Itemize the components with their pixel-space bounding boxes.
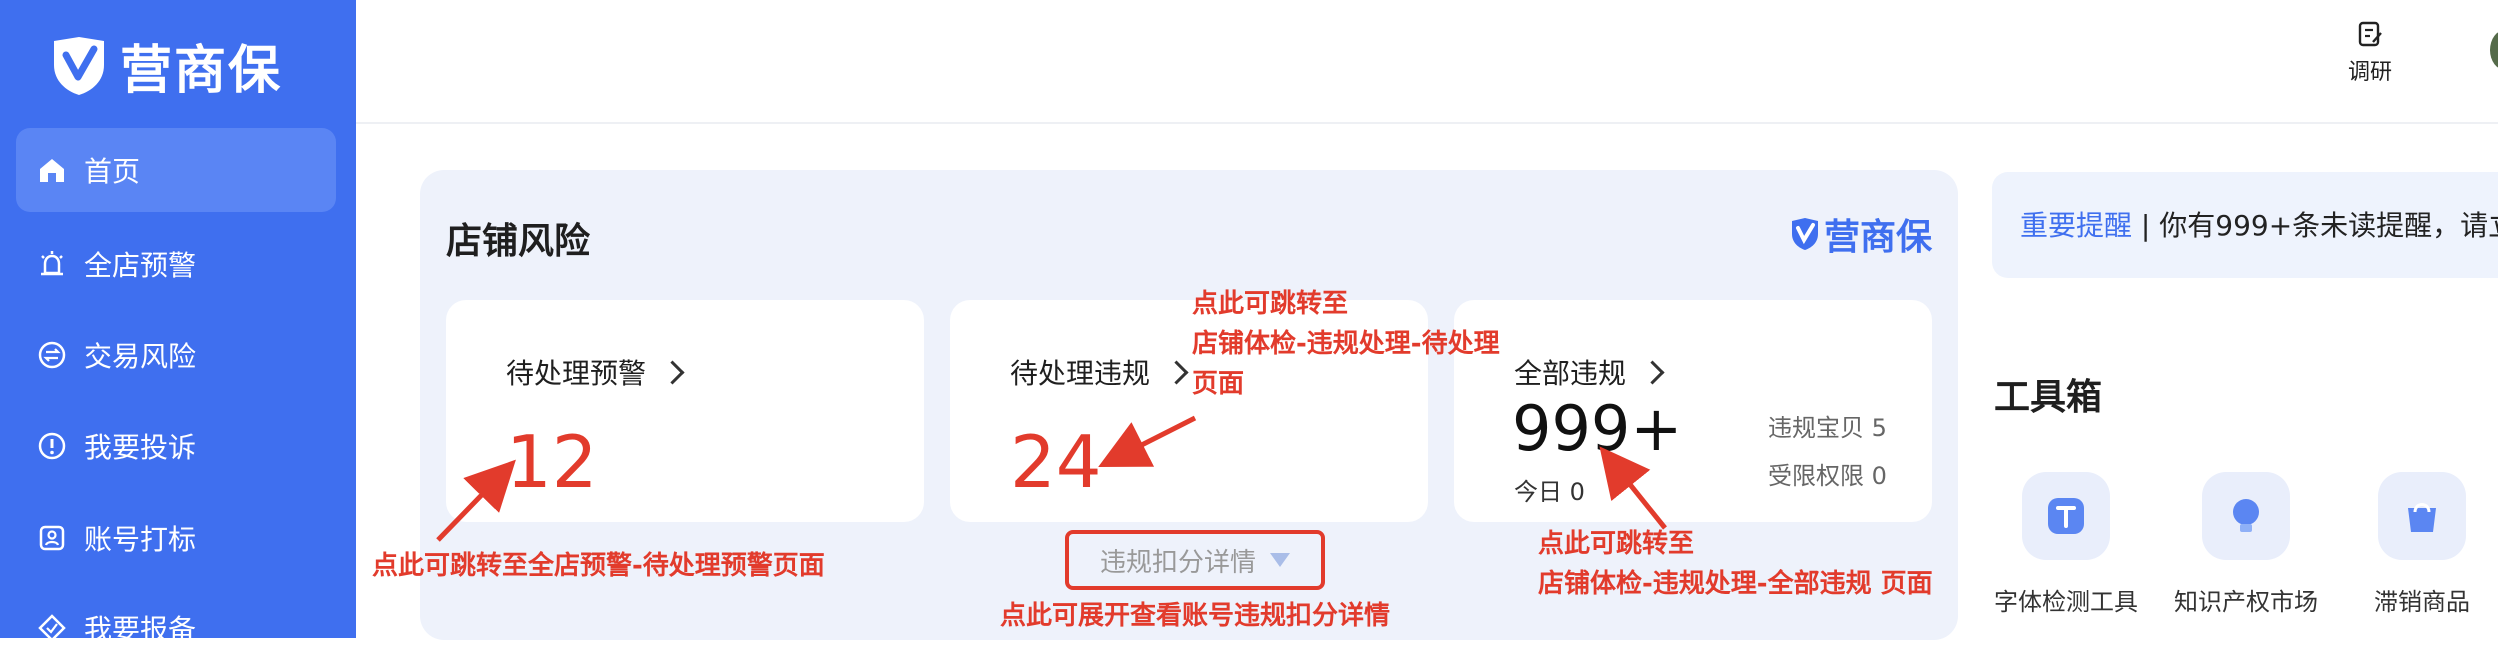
alarm-bell-icon: [36, 248, 68, 280]
chevron-right-icon: [660, 359, 685, 385]
all-violations-label: 全部违规: [1514, 357, 1627, 390]
sidebar-item-label: 全店预警: [84, 249, 197, 282]
sidebar-item-label: 我要投诉: [84, 431, 197, 464]
brand-logo[interactable]: 营商保: [50, 28, 282, 103]
annotation-all-line2: 店铺体检-违规处理-全部违规 页面: [1538, 569, 1933, 599]
annotation-pending-line1: 点此可跳转至: [1192, 289, 1349, 319]
lightbulb-icon: [2202, 472, 2290, 560]
pending-violations-label: 待处理违规: [1010, 357, 1151, 390]
pending-violations-count[interactable]: 24: [1010, 420, 1102, 504]
all-violations-count[interactable]: 999+: [1512, 392, 1682, 465]
chevron-right-icon: [1640, 359, 1665, 385]
annotation-detail: 点此可展开查看账号违规扣分详情: [1000, 601, 1391, 631]
tool-label: 字体检测工具: [1994, 588, 2138, 616]
restricted-permissions-stat[interactable]: 受限权限 0: [1768, 456, 1887, 491]
today-count: 今日 0: [1514, 478, 1585, 506]
brand-name: 营商保: [120, 41, 283, 101]
notice-separator: |: [2132, 209, 2160, 242]
shield-check-logo-icon: [1792, 218, 1818, 250]
font-check-icon: [2022, 472, 2110, 560]
panel-logo-text: 营商保: [1824, 217, 1933, 258]
annotation-pending-line2: 店铺体检-违规处理-待处理: [1192, 329, 1500, 359]
tool-font-check[interactable]: 字体检测工具: [1976, 472, 2156, 617]
edit-note-icon: [2358, 21, 2382, 47]
top-bar: [356, 0, 2498, 124]
shopping-bag-icon: [2378, 472, 2466, 560]
annotation-pending-line3: 页面: [1192, 369, 1245, 399]
sidebar-item-label: 首页: [84, 155, 141, 188]
annotation-alerts: 点此可跳转至全店预警-待处理预警页面: [372, 551, 825, 581]
sidebar-item-label: 交易风险: [84, 340, 197, 373]
sidebar: 营商保 首页 全店预警 交易风险 我要投诉 账号打标 我要报备: [0, 0, 356, 646]
panel-logo: 营商保: [1790, 208, 1932, 260]
sidebar-item-home[interactable]: 首页: [16, 128, 336, 212]
survey-button[interactable]: 调研: [2340, 20, 2400, 86]
sidebar-item-account-tag[interactable]: 账号打标: [16, 496, 336, 580]
pending-alerts-label: 待处理预警: [506, 357, 647, 390]
survey-label: 调研: [2347, 60, 2392, 85]
sidebar-item-store-alert[interactable]: 全店预警: [16, 222, 336, 306]
sidebar-item-report[interactable]: 我要报备: [16, 586, 336, 670]
pending-alerts-link[interactable]: 待处理预警: [506, 352, 685, 392]
annotation-all-line1: 点此可跳转至: [1538, 529, 1695, 559]
tag-icon: [36, 522, 68, 554]
report-icon: [36, 612, 68, 644]
pending-violations-link[interactable]: 待处理违规: [1010, 352, 1189, 392]
toolbox-title: 工具箱: [1994, 377, 2103, 418]
tool-slow-selling[interactable]: 滞销商品: [2332, 472, 2498, 617]
shield-check-logo-icon: [54, 36, 104, 95]
home-icon: [36, 154, 68, 186]
chevron-right-icon: [1164, 359, 1189, 385]
violation-points-detail-toggle[interactable]: 违规扣分详情: [1065, 530, 1325, 590]
tool-label: 滞销商品: [2374, 588, 2470, 616]
alert-circle-icon: [36, 430, 68, 462]
sidebar-item-complaint[interactable]: 我要投诉: [16, 404, 336, 488]
caret-down-icon: [1270, 553, 1290, 567]
detail-toggle-label: 违规扣分详情: [1099, 547, 1256, 578]
all-violations-link[interactable]: 全部违规: [1514, 352, 1665, 392]
tool-label: 知识产权市场: [2174, 588, 2318, 616]
notice-text[interactable]: 重要提醒 | 你有999+条未读提醒，请立: [2020, 204, 2498, 244]
notice-message: 你有999+条未读提醒，请立: [2159, 209, 2498, 242]
exchange-icon: [36, 339, 68, 371]
pending-alerts-count[interactable]: 12: [506, 420, 598, 504]
notice-highlight: 重要提醒: [2020, 209, 2133, 242]
tool-ip-market[interactable]: 知识产权市场: [2156, 472, 2336, 617]
sidebar-item-trade-risk[interactable]: 交易风险: [16, 313, 336, 397]
sidebar-item-label: 我要报备: [84, 613, 197, 646]
violation-items-stat[interactable]: 违规宝贝 5: [1768, 408, 1887, 443]
sidebar-item-label: 账号打标: [84, 523, 197, 556]
panel-title: 店铺风险: [446, 221, 591, 262]
